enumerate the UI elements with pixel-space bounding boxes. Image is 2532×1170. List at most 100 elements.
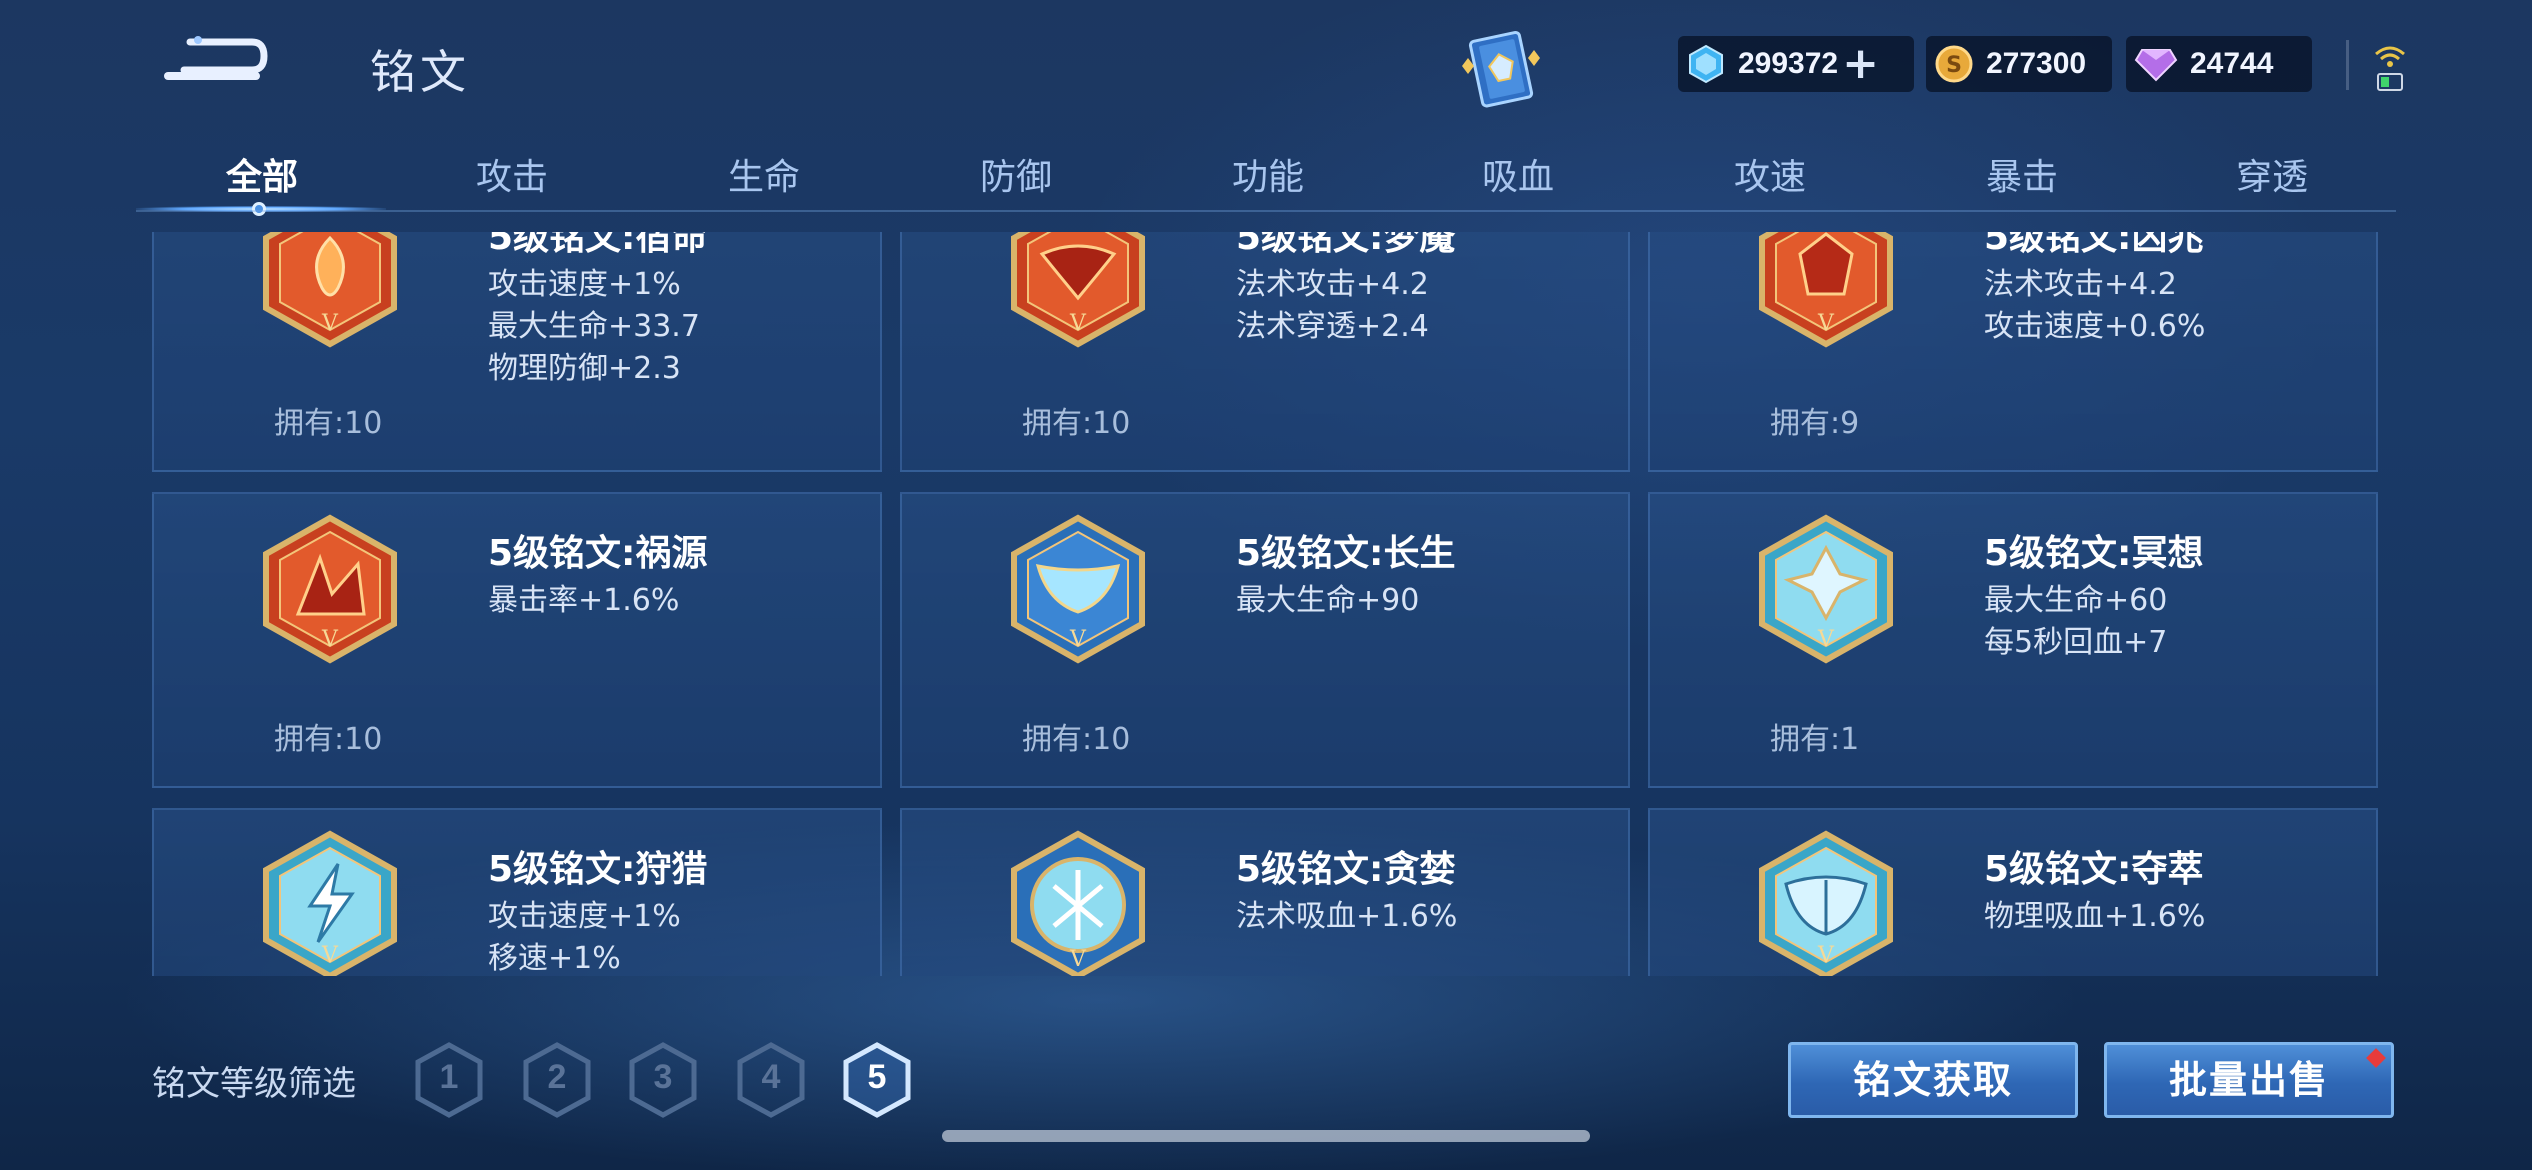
notification-dot [2366, 1048, 2386, 1068]
owned-count: 拥有:1 [1770, 722, 1860, 757]
active-tab-indicator [252, 202, 266, 216]
blue-longevity-inscription-icon: V [1011, 514, 1145, 664]
stat-line: 每5秒回血+7 [1984, 625, 2168, 660]
tab-defense[interactable]: 防御 [916, 148, 1116, 200]
stat-line: 攻击速度+1% [488, 267, 681, 302]
inscription-name: 5级铭文:狩猎 [488, 849, 708, 890]
inscription-card[interactable]: V 5级铭文:夺萃 物理吸血+1.6% [1648, 808, 2378, 976]
owned-count: 拥有:10 [274, 406, 383, 441]
stat-line: 最大生命+33.7 [488, 309, 700, 344]
page-title: 铭文 [370, 45, 470, 99]
inscription-card[interactable]: V 5级铭文:凶兆 法术攻击+4.2 攻击速度+0.6% 拥有:9 [1648, 232, 2378, 472]
stat-line: 移速+1% [488, 941, 621, 976]
inscription-name: 5级铭文:祸源 [488, 533, 708, 574]
stat-line: 物理吸血+1.6% [1984, 899, 2206, 934]
category-tabs: 全部 攻击 生命 防御 功能 吸血 攻速 暴击 穿透 [136, 138, 2396, 216]
inscription-stats: 法术攻击+4.2 攻击速度+0.6% [1984, 264, 2205, 348]
tab-health[interactable]: 生命 [664, 148, 864, 200]
add-gem-button[interactable]: + [1842, 42, 1879, 86]
tab-attack[interactable]: 攻击 [412, 148, 612, 200]
tab-penetration[interactable]: 穿透 [2172, 148, 2372, 200]
svg-text:V: V [1069, 311, 1087, 336]
stat-line: 最大生命+90 [1236, 583, 1420, 618]
inscription-name: 5级铭文:长生 [1236, 533, 1456, 574]
tab-all[interactable]: 全部 [162, 148, 362, 200]
gem-count: 299372 [1738, 47, 1839, 80]
level-filter-3[interactable]: 3 [628, 1042, 698, 1118]
tab-lifesteal[interactable]: 吸血 [1418, 148, 1618, 200]
gem-currency: 299372 + [1678, 36, 1914, 92]
level-filter-1[interactable]: 1 [414, 1042, 484, 1118]
back-arrow-icon[interactable] [160, 30, 270, 90]
inscription-stats: 物理吸血+1.6% [1984, 896, 2205, 938]
tab-utility[interactable]: 功能 [1168, 148, 1368, 200]
stat-line: 法术攻击+4.2 [1236, 267, 1429, 302]
svg-text:V: V [1817, 311, 1835, 336]
tab-crit[interactable]: 暴击 [1922, 148, 2122, 200]
diamond-count: 24744 [2190, 47, 2274, 80]
inscription-card[interactable]: V 5级铭文:宿命 攻击速度+1% 最大生命+33.7 物理防御+2.3 拥有:… [152, 232, 882, 472]
level-number: 1 [439, 1058, 459, 1096]
inscription-card[interactable]: V 5级铭文:长生 最大生命+90 拥有:10 [900, 492, 1630, 788]
coin-count: 277300 [1986, 47, 2087, 80]
bulk-sell-button[interactable]: 批量出售 [2104, 1042, 2394, 1118]
level-number: 3 [653, 1058, 673, 1096]
inscription-card[interactable]: V 5级铭文:冥想 最大生命+60 每5秒回血+7 拥有:1 [1648, 492, 2378, 788]
inscription-card[interactable]: V 5级铭文:狩猎 攻击速度+1% 移速+1% [152, 808, 882, 976]
divider [2346, 40, 2349, 90]
svg-text:V: V [1069, 627, 1087, 652]
inscription-stats: 暴击率+1.6% [488, 580, 679, 622]
red-flame-inscription-icon: V [263, 232, 397, 348]
gold-coin-icon: S [1935, 45, 1973, 83]
level-filter-5[interactable]: 5 [842, 1042, 912, 1118]
stat-line: 攻击速度+0.6% [1984, 309, 2206, 344]
inscription-stats: 攻击速度+1% 最大生命+33.7 物理防御+2.3 [488, 264, 700, 390]
level-filter-label: 铭文等级筛选 [152, 1064, 356, 1104]
inscription-name: 5级铭文:贪婪 [1236, 849, 1456, 890]
teal-meditation-inscription-icon: V [1759, 514, 1893, 664]
tab-attack-speed[interactable]: 攻速 [1670, 148, 1870, 200]
owned-count: 拥有:9 [1770, 406, 1860, 441]
red-calamity-inscription-icon: V [263, 514, 397, 664]
teal-plunder-inscription-icon: V [1759, 830, 1893, 976]
inscription-card[interactable]: V 5级铭文:祸源 暴击率+1.6% 拥有:10 [152, 492, 882, 788]
inscription-stats: 攻击速度+1% 移速+1% [488, 896, 681, 976]
inscription-stats: 法术吸血+1.6% [1236, 896, 1457, 938]
level-number: 2 [547, 1058, 567, 1096]
svg-text:V: V [1817, 627, 1835, 652]
level-number: 5 [867, 1058, 887, 1096]
stat-line: 法术攻击+4.2 [1984, 267, 2177, 302]
svg-text:V: V [1817, 943, 1835, 968]
svg-text:V: V [321, 943, 339, 968]
inscription-stats: 最大生命+90 [1236, 580, 1419, 622]
owned-count: 拥有:10 [1022, 722, 1131, 757]
stat-line: 最大生命+60 [1984, 583, 2168, 618]
get-inscription-button[interactable]: 铭文获取 [1788, 1042, 2078, 1118]
inscription-card[interactable]: V 5级铭文:贪婪 法术吸血+1.6% [900, 808, 1630, 976]
inscription-name: 5级铭文:夺萃 [1984, 849, 2204, 890]
level-number: 4 [761, 1058, 781, 1096]
home-indicator[interactable] [942, 1130, 1590, 1142]
purple-diamond-icon [2134, 49, 2178, 82]
inscription-card[interactable]: V 5级铭文:梦魇 法术攻击+4.2 法术穿透+2.4 拥有:10 [900, 232, 1630, 472]
wifi-battery-icon [2375, 46, 2405, 91]
inscription-name: 5级铭文:冥想 [1984, 533, 2204, 574]
svg-text:V: V [321, 627, 339, 652]
level-filter-2[interactable]: 2 [522, 1042, 592, 1118]
inscription-name: 5级铭文:梦魇 [1236, 232, 1456, 258]
stat-line: 法术吸血+1.6% [1236, 899, 1458, 934]
inscription-list[interactable]: V 5级铭文:宿命 攻击速度+1% 最大生命+33.7 物理防御+2.3 拥有:… [150, 232, 2390, 976]
owned-count: 拥有:10 [1022, 406, 1131, 441]
inscription-name: 5级铭文:宿命 [488, 232, 708, 258]
stat-line: 法术穿透+2.4 [1236, 309, 1429, 344]
teal-greed-inscription-icon: V [1011, 830, 1145, 976]
level-filter-4[interactable]: 4 [736, 1042, 806, 1118]
svg-text:S: S [1946, 53, 1962, 78]
inscription-stats: 最大生命+60 每5秒回血+7 [1984, 580, 2167, 664]
blue-gem-icon [1689, 44, 1723, 84]
inscription-book-icon[interactable] [1462, 28, 1542, 110]
svg-text:V: V [321, 311, 339, 336]
bulk-sell-label: 批量出售 [2168, 1058, 2329, 1102]
coin-currency: S 277300 [1926, 36, 2112, 92]
inscription-stats: 法术攻击+4.2 法术穿透+2.4 [1236, 264, 1429, 348]
